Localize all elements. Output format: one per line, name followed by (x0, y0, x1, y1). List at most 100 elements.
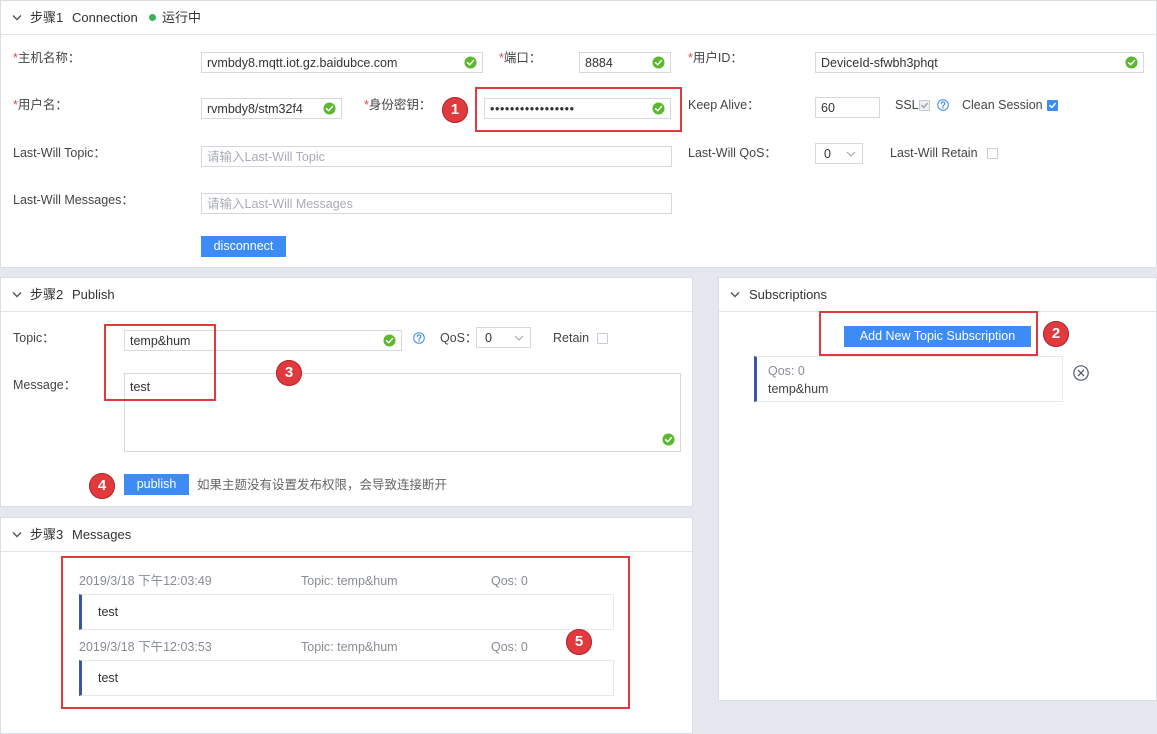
host-input[interactable] (202, 53, 482, 72)
message-payload: test (98, 671, 119, 685)
subscription-qos: Qos: 0 (768, 364, 805, 378)
panel-title: Subscriptions (749, 287, 828, 302)
port-label: *端口： (499, 51, 541, 66)
message-qos: Qos: 0 (491, 640, 528, 654)
checkmark-icon (1049, 102, 1056, 109)
user-id-label-text: 用户ID： (692, 51, 743, 65)
connection-panel-header[interactable]: 步骤1 Connection 运行中 (1, 1, 1156, 35)
messages-panel-header[interactable]: 步骤3 Messages (1, 518, 692, 552)
panel-title: Connection (72, 10, 138, 25)
message-payload: test (98, 605, 119, 619)
chevron-down-icon (514, 335, 524, 341)
keep-alive-field (815, 97, 880, 118)
check-circle-icon (383, 334, 396, 347)
check-circle-icon (662, 433, 675, 446)
username-input[interactable] (202, 99, 341, 118)
annotation-badge-4: 4 (89, 473, 115, 499)
add-subscription-button[interactable]: Add New Topic Subscription (844, 326, 1031, 347)
check-circle-icon (1125, 56, 1138, 69)
subscription-topic: temp&hum (768, 382, 829, 396)
qos-value: 0 (485, 331, 492, 345)
close-circle-icon[interactable] (1073, 365, 1089, 381)
qos-select[interactable]: 0 (476, 327, 531, 348)
message-input[interactable]: test (125, 374, 680, 451)
annotation-badge-2: 2 (1043, 321, 1069, 347)
subscriptions-panel: Subscriptions Add New Topic Subscription… (718, 277, 1157, 701)
subscriptions-panel-header[interactable]: Subscriptions (719, 278, 1156, 312)
username-label: *用户名： (13, 98, 68, 113)
retain-label: Retain (553, 331, 590, 345)
connection-status: 运行中 (162, 10, 202, 25)
last-will-retain-checkbox[interactable] (987, 148, 998, 159)
disconnect-button[interactable]: disconnect (201, 236, 286, 257)
step-number: 步骤2 (30, 287, 64, 302)
host-label-text: 主机名称： (17, 51, 81, 65)
message-time: 2019/3/18 下午12:03:49 (79, 574, 212, 588)
message-label: Message： (13, 378, 77, 392)
host-label: *主机名称： (13, 51, 80, 66)
last-will-qos-label: Last-Will QoS： (688, 146, 777, 160)
topic-field (124, 330, 402, 351)
chevron-down-icon[interactable] (730, 291, 740, 298)
port-field (579, 52, 671, 73)
messages-panel: 步骤3 Messages 2019/3/18 下午12:03:49 Topic:… (0, 517, 693, 734)
clean-session-label: Clean Session (962, 98, 1043, 112)
connection-panel: 步骤1 Connection 运行中 *主机名称： *端口： *用户ID： *用… (0, 0, 1157, 268)
ssl-checkbox[interactable] (919, 100, 930, 111)
last-will-topic-field (201, 146, 672, 167)
secret-label-text: 身份密钥： (368, 98, 432, 112)
ssl-label: SSL (895, 98, 919, 112)
message-field: test (124, 373, 681, 452)
clean-session-checkbox[interactable] (1047, 100, 1058, 111)
chevron-down-icon[interactable] (12, 14, 22, 21)
check-circle-icon (652, 56, 665, 69)
host-field (201, 52, 483, 73)
username-label-text: 用户名： (17, 98, 68, 112)
publish-panel-header[interactable]: 步骤2 Publish (1, 278, 692, 312)
help-icon[interactable] (413, 332, 425, 344)
last-will-topic-label: Last-Will Topic： (13, 146, 106, 160)
message-topic: Topic: temp&hum (301, 574, 398, 588)
message-time: 2019/3/18 下午12:03:53 (79, 640, 212, 654)
message-card: test (79, 660, 614, 696)
last-will-messages-input[interactable] (202, 194, 671, 213)
secret-label: *身份密钥： (364, 98, 431, 113)
message-item: 2019/3/18 下午12:03:53 Topic: temp&hum Qos… (79, 640, 614, 696)
topic-input[interactable] (125, 331, 401, 350)
check-circle-icon (652, 102, 665, 115)
last-will-messages-label: Last-Will Messages： (13, 193, 134, 207)
check-circle-icon (464, 56, 477, 69)
annotation-badge-1: 1 (442, 97, 468, 123)
last-will-retain-label: Last-Will Retain (890, 146, 978, 160)
last-will-topic-input[interactable] (202, 147, 671, 166)
last-will-qos-value: 0 (824, 147, 831, 161)
checkmark-icon (921, 102, 928, 109)
last-will-messages-field (201, 193, 672, 214)
chevron-down-icon[interactable] (12, 291, 22, 298)
username-field (201, 98, 342, 119)
publish-panel: 步骤2 Publish Topic： QoS： 0 Retain Message… (0, 277, 693, 507)
chevron-down-icon (846, 151, 856, 157)
publish-hint: 如果主题没有设置发布权限，会导致连接断开 (197, 478, 448, 492)
step-number: 步骤1 (30, 10, 64, 25)
keep-alive-input[interactable] (816, 98, 879, 117)
last-will-qos-select[interactable]: 0 (815, 143, 863, 164)
keep-alive-label: Keep Alive： (688, 98, 760, 112)
panel-title: Messages (72, 527, 132, 542)
help-icon[interactable] (937, 99, 949, 111)
user-id-field (815, 52, 1144, 73)
port-label-text: 端口： (503, 51, 542, 65)
secret-input[interactable] (485, 99, 670, 118)
chevron-down-icon[interactable] (12, 531, 22, 538)
panel-title: Publish (72, 287, 115, 302)
topic-label: Topic： (13, 331, 55, 345)
message-card: test (79, 594, 614, 630)
retain-checkbox[interactable] (597, 333, 608, 344)
user-id-input[interactable] (816, 53, 1143, 72)
publish-button[interactable]: publish (124, 474, 189, 495)
user-id-label: *用户ID： (688, 51, 743, 66)
message-item: 2019/3/18 下午12:03:49 Topic: temp&hum Qos… (79, 574, 614, 630)
qos-label: QoS： (440, 331, 478, 345)
message-qos: Qos: 0 (491, 574, 528, 588)
subscription-item: Qos: 0 temp&hum (754, 356, 1063, 402)
